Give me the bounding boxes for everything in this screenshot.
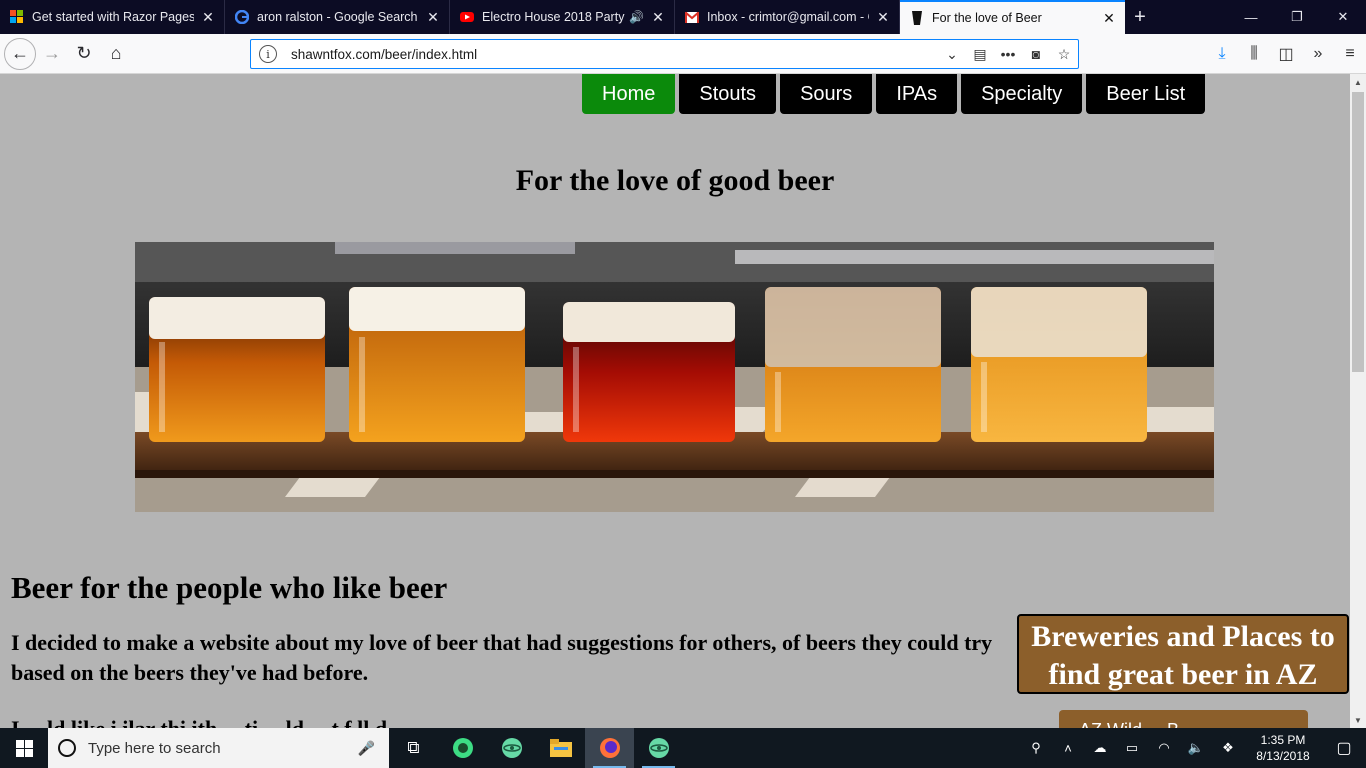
windows-start-icon[interactable]: [0, 728, 48, 768]
intro-paragraph-2: I ... ld like i ilar thi ith ... ti ... …: [11, 714, 1001, 728]
windows-logo-icon: [10, 10, 24, 24]
page-scrollbar[interactable]: ▲ ▼: [1350, 74, 1366, 728]
android-studio-icon[interactable]: [438, 728, 487, 768]
clock-date: 8/13/2018: [1256, 749, 1310, 763]
chevron-down-icon[interactable]: ⌄: [938, 46, 966, 63]
library-icon[interactable]: ⫼: [1238, 45, 1270, 63]
taskbar-clock[interactable]: 1:35 PM 8/13/2018: [1244, 732, 1322, 764]
system-tray: ⚲ ˄ ☁ ▭ ◠ 🔈 ❖ 1:35 PM 8/13/2018 ▢: [1020, 728, 1366, 768]
youtube-icon: [460, 10, 474, 24]
bookmark-star-icon[interactable]: ☆: [1050, 46, 1078, 63]
url-text[interactable]: shawntfox.com/beer/index.html: [291, 47, 938, 62]
section-heading: Beer for the people who like beer: [11, 570, 448, 605]
tab-title: aron ralston - Google Search: [257, 10, 418, 24]
forward-arrow-icon[interactable]: →: [36, 38, 68, 70]
nav-sours[interactable]: Sours: [780, 74, 873, 114]
toolbar-right: ⤓ ⫼ ◫ » ≡: [1206, 34, 1366, 74]
close-tab-icon[interactable]: ✕: [650, 9, 666, 26]
people-icon[interactable]: ⚲: [1020, 740, 1052, 756]
beer-flight-image: [135, 242, 1214, 512]
atom-icon[interactable]: [634, 728, 683, 768]
browser-tab-razor[interactable]: Get started with Razor Pages in ✕: [0, 0, 225, 34]
tab-title: Get started with Razor Pages in: [32, 10, 194, 24]
notifications-icon[interactable]: ▢: [1322, 738, 1366, 758]
intro-paragraph: I decided to make a website about my lov…: [11, 630, 993, 685]
scroll-down-icon[interactable]: ▼: [1350, 712, 1366, 728]
tab-title: Inbox - crimtor@gmail.com - G: [707, 10, 869, 24]
volume-icon[interactable]: 🔈: [1180, 740, 1212, 756]
nav-beer-list[interactable]: Beer List: [1086, 74, 1206, 114]
microphone-icon[interactable]: 🎤: [358, 740, 375, 757]
file-explorer-icon[interactable]: [536, 728, 585, 768]
pocket-icon[interactable]: ◙: [1022, 46, 1050, 62]
hamburger-menu-icon[interactable]: ≡: [1334, 45, 1366, 63]
sidebar-icon[interactable]: ◫: [1270, 44, 1302, 64]
battery-icon[interactable]: ▭: [1116, 740, 1148, 756]
browser-tab-strip: Get started with Razor Pages in ✕ aron r…: [0, 0, 1366, 34]
beer-glass-icon: [910, 11, 924, 25]
search-placeholder[interactable]: Type here to search: [88, 740, 358, 757]
browser-tab-google[interactable]: aron ralston - Google Search ✕: [225, 0, 450, 34]
wifi-icon[interactable]: ◠: [1148, 740, 1180, 756]
clock-time: 1:35 PM: [1260, 733, 1306, 747]
cortana-icon: [58, 739, 76, 757]
nav-stouts[interactable]: Stouts: [679, 74, 777, 114]
taskbar-search[interactable]: Type here to search 🎤: [48, 728, 389, 768]
chevron-up-icon[interactable]: ˄: [1052, 741, 1084, 756]
page-content: Home Stouts Sours IPAs Specialty Beer Li…: [0, 74, 1350, 728]
restore-icon[interactable]: ❐: [1274, 0, 1320, 34]
close-window-icon[interactable]: ✕: [1320, 0, 1366, 34]
reload-icon[interactable]: ↻: [68, 38, 100, 70]
more-actions-icon[interactable]: •••: [994, 46, 1022, 62]
google-icon: [235, 10, 249, 24]
close-tab-icon[interactable]: ✕: [1101, 10, 1117, 27]
speaker-icon[interactable]: 🔊: [629, 10, 644, 24]
close-tab-icon[interactable]: ✕: [425, 9, 441, 26]
browser-tab-youtube[interactable]: Electro House 2018 Party Mi 🔊 ✕: [450, 0, 675, 34]
browser-tab-beer[interactable]: For the love of Beer ✕: [900, 0, 1125, 34]
browser-toolbar: ← → ↻ ⌂ i shawntfox.com/beer/index.html …: [0, 34, 1366, 74]
scroll-thumb[interactable]: [1352, 92, 1364, 372]
site-nav: Home Stouts Sours IPAs Specialty Beer Li…: [582, 74, 1206, 114]
windows-taskbar: Type here to search 🎤 ⧉ ⚲ ˄ ☁ ▭ ◠ 🔈 ❖ 1:…: [0, 728, 1366, 768]
firefox-icon[interactable]: [585, 728, 634, 768]
close-tab-icon[interactable]: ✕: [200, 9, 216, 26]
breweries-aside-title: Breweries and Places to find great beer …: [1017, 614, 1349, 694]
back-arrow-icon[interactable]: ←: [4, 37, 36, 70]
nav-specialty[interactable]: Specialty: [961, 74, 1083, 114]
new-tab-icon[interactable]: +: [1125, 0, 1155, 34]
tab-title: For the love of Beer: [932, 11, 1042, 25]
url-bar[interactable]: i shawntfox.com/beer/index.html ⌄ ▤ ••• …: [250, 39, 1079, 69]
onedrive-icon[interactable]: ☁: [1084, 740, 1116, 756]
window-controls: — ❐ ✕: [1228, 0, 1366, 34]
browser-tab-gmail[interactable]: Inbox - crimtor@gmail.com - G ✕: [675, 0, 900, 34]
gmail-icon: [685, 10, 699, 24]
home-icon[interactable]: ⌂: [100, 38, 132, 70]
download-icon[interactable]: ⤓: [1206, 45, 1238, 63]
task-view-icon[interactable]: ⧉: [389, 728, 438, 768]
nav-ipas[interactable]: IPAs: [876, 74, 958, 114]
atom-icon[interactable]: [487, 728, 536, 768]
nav-home[interactable]: Home: [582, 74, 676, 114]
close-tab-icon[interactable]: ✕: [875, 9, 891, 26]
breweries-link[interactable]: AZ Wild ... B: [1059, 710, 1308, 728]
minimize-icon[interactable]: —: [1228, 0, 1274, 34]
overflow-chevron-icon[interactable]: »: [1302, 45, 1334, 63]
page-title: For the love of good beer: [515, 164, 835, 197]
tab-title: Electro House 2018 Party Mi: [482, 10, 625, 24]
info-icon[interactable]: i: [259, 45, 277, 63]
scroll-up-icon[interactable]: ▲: [1350, 74, 1366, 90]
reader-view-icon[interactable]: ▤: [966, 46, 994, 63]
dropbox-icon[interactable]: ❖: [1212, 740, 1244, 756]
